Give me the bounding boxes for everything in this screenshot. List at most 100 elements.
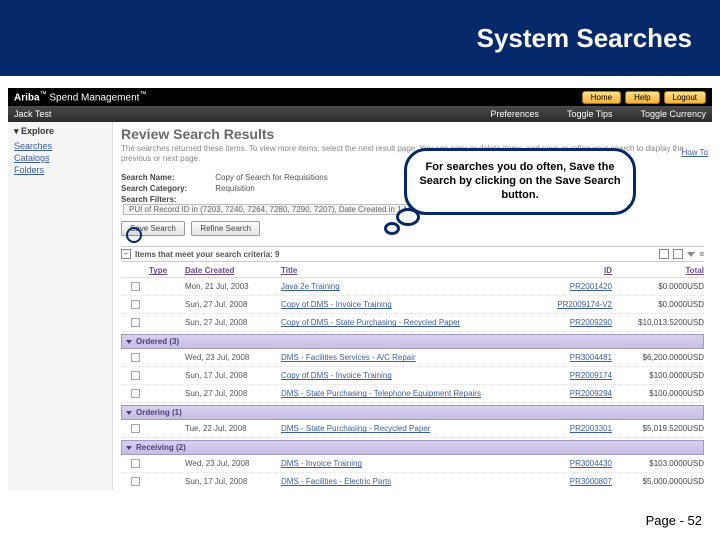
search-name-label: Search Name: [121,173,213,182]
brand-post: Spend Management [49,92,139,103]
prefs-link[interactable]: Preferences [490,109,539,119]
cell-date: Wed, 23 Jul, 2008 [185,353,281,362]
row-checkbox[interactable] [130,371,139,380]
sidebar-link-catalogs[interactable]: Catalogs [14,153,106,163]
logout-button[interactable]: Logout [664,91,706,104]
sidebar: ▾ Explore Searches Catalogs Folders [8,122,113,490]
cell-title-link[interactable]: Copy of DMS - State Purchasing - Recycle… [281,318,540,327]
row-checkbox[interactable] [130,389,139,398]
row-checkbox[interactable] [130,318,139,327]
cell-date: Wed, 23 Jul, 2008 [185,459,281,468]
how-to-link[interactable]: How To [681,148,708,157]
callout-tail-icon [396,208,420,226]
group-ordered-label: Ordered (3) [136,337,179,346]
th-type[interactable]: Type [149,266,185,275]
cell-total: $100.0000USD [612,371,704,380]
dropdown-icon[interactable] [687,252,695,257]
table-header-row: Type Date Created Title ID Total [121,264,704,278]
tm-icon-2: ™ [139,91,146,98]
cell-total: $10,013.5200USD [612,318,704,327]
cell-id-link[interactable]: PR2009290 [540,318,612,327]
cell-id-link[interactable]: PR3004430 [540,459,612,468]
sidebar-link-searches[interactable]: Searches [14,141,106,151]
app-brand: Ariba™ Spend Management™ [14,91,146,103]
cell-id-link[interactable]: PR2003301 [540,424,612,433]
search-filters-label: Search Filters: [121,195,213,204]
search-category-label: Search Category: [121,184,213,193]
table-row: Sun, 27 Jul, 2008DMS - State Purchasing … [121,385,704,403]
grid-icon[interactable] [673,249,683,259]
cell-id-link[interactable]: PR2009174 [540,371,612,380]
cell-date: Tue, 22 Jul, 2008 [185,424,281,433]
app-toolbar: Jack Test Preferences Toggle Tips Toggle… [8,106,712,122]
cell-title-link[interactable]: Copy of DMS - Invoice Training [281,300,540,309]
collapse-icon[interactable]: – [121,249,131,259]
results-table: Type Date Created Title ID Total Mon, 21… [121,264,704,490]
row-checkbox[interactable] [130,282,139,291]
table-row: Sun, 17 Jul, 2008DMS - Facilities - Elec… [121,473,704,490]
cell-title-link[interactable]: DMS - State Purchasing - Recycled Paper [281,424,540,433]
cell-title-link[interactable]: DMS - State Purchasing - Telephone Equip… [281,389,540,398]
app-header: Ariba™ Spend Management™ Home Help Logou… [8,88,712,106]
search-category-value: Requisition [215,184,255,193]
row-checkbox[interactable] [130,459,139,468]
chevron-down-icon [126,340,132,344]
home-button[interactable]: Home [582,91,621,104]
group-ordering-label: Ordering (1) [136,408,182,417]
chevron-down-icon [126,411,132,415]
row-checkbox[interactable] [130,300,139,309]
cell-title-link[interactable]: Java 2e Training [281,282,540,291]
th-date[interactable]: Date Created [185,266,281,275]
export-icon[interactable] [659,249,669,259]
cell-total: $5,019.5200USD [612,424,704,433]
help-button[interactable]: Help [625,91,659,104]
callout-text: For searches you do often, Save the Sear… [419,161,620,201]
cell-title-link[interactable]: DMS - Facilities - Electric Parts [281,477,540,486]
th-id[interactable]: ID [540,266,612,275]
cell-id-link[interactable]: PR2001420 [540,282,612,291]
table-row: Sun, 27 Jul, 2008Copy of DMS - State Pur… [121,314,704,332]
items-header: – Items that meet your search criteria: … [121,246,704,262]
table-row: Wed, 23 Jul, 2008DMS - Invoice TrainingP… [121,455,704,473]
cell-date: Mon, 21 Jul, 2003 [185,282,281,291]
row-checkbox[interactable] [130,424,139,433]
cell-id-link[interactable]: PR2009174-V2 [540,300,612,309]
cell-id-link[interactable]: PR3004481 [540,353,612,362]
cell-total: $103.0000USD [612,459,704,468]
table-row: Sun, 27 Jul, 2008Copy of DMS - Invoice T… [121,296,704,314]
cell-total: $100.0000USD [612,389,704,398]
tm-icon: ™ [40,91,47,98]
equals-label: = [699,250,704,259]
cell-date: Sun, 27 Jul, 2008 [185,318,281,327]
group-ordering[interactable]: Ordering (1) [121,405,704,420]
cell-title-link[interactable]: DMS - Invoice Training [281,459,540,468]
brand-pre: Ariba [14,92,40,103]
group-receiving[interactable]: Receiving (2) [121,440,704,455]
row-checkbox[interactable] [130,477,139,486]
current-user: Jack Test [14,109,51,119]
chevron-down-icon: ▾ [14,126,19,136]
row-checkbox[interactable] [130,353,139,362]
sidebar-heading: ▾ Explore [14,126,106,137]
group-ordered[interactable]: Ordered (3) [121,334,704,349]
callout-highlight-circle [126,227,142,243]
callout-tail-icon [384,222,400,235]
toggle-tips-link[interactable]: Toggle Tips [567,109,613,119]
cell-title-link[interactable]: DMS - Facilities Services - A/C Repair [281,353,540,362]
page-title: Review Search Results [121,126,704,142]
cell-id-link[interactable]: PR3000807 [540,477,612,486]
chevron-down-icon [126,446,132,450]
table-row: Sun, 17 Jul, 2008Copy of DMS - Invoice T… [121,367,704,385]
th-total[interactable]: Total [612,266,704,275]
slide-title: System Searches [477,23,692,54]
sidebar-link-folders[interactable]: Folders [14,165,106,175]
toggle-currency-link[interactable]: Toggle Currency [640,109,706,119]
refine-search-button[interactable]: Refine Search [191,221,260,236]
cell-id-link[interactable]: PR2009294 [540,389,612,398]
search-name-value: Copy of Search for Requisitions [215,173,328,182]
table-row: Mon, 21 Jul, 2003Java 2e TrainingPR20014… [121,278,704,296]
cell-title-link[interactable]: Copy of DMS - Invoice Training [281,371,540,380]
cell-date: Sun, 27 Jul, 2008 [185,300,281,309]
th-title[interactable]: Title [281,266,540,275]
slide-title-bar: System Searches [0,0,720,76]
